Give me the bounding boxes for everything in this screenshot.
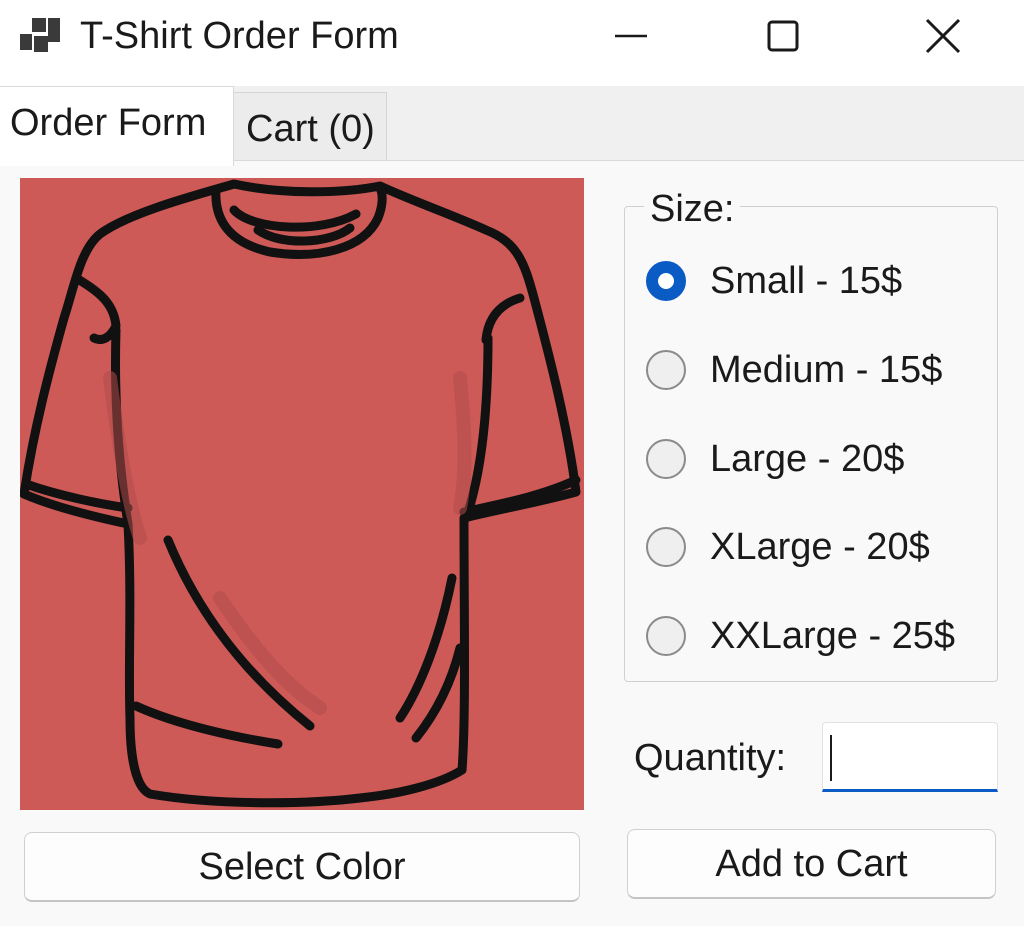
radio-button[interactable]: [646, 350, 686, 390]
minimize-icon: [615, 34, 647, 38]
size-option-medium[interactable]: Medium - 15$: [646, 345, 942, 395]
size-option-large[interactable]: Large - 20$: [646, 434, 904, 484]
text-caret: [830, 735, 832, 781]
quantity-input[interactable]: [822, 722, 998, 792]
size-option-label: XLarge - 20$: [710, 526, 930, 568]
size-option-small[interactable]: Small - 15$: [646, 256, 902, 306]
tshirt-image: [20, 179, 581, 808]
app-icon: [18, 16, 62, 56]
size-option-xxlarge[interactable]: XXLarge - 25$: [646, 611, 955, 661]
maximize-icon: [767, 20, 799, 52]
size-group-label: Size:: [644, 186, 741, 232]
close-icon: [925, 18, 961, 54]
radio-button[interactable]: [646, 527, 686, 567]
maximize-button[interactable]: [708, 0, 858, 72]
size-option-label: Large - 20$: [710, 438, 905, 480]
quantity-label: Quantity:: [634, 737, 787, 779]
tshirt-preview: [20, 178, 584, 810]
add-to-cart-button[interactable]: Add to Cart: [627, 829, 996, 899]
size-option-xlarge[interactable]: XLarge - 20$: [646, 522, 930, 572]
radio-button[interactable]: [646, 439, 686, 479]
minimize-button[interactable]: [556, 0, 706, 72]
select-color-button[interactable]: Select Color: [24, 832, 580, 902]
close-button[interactable]: [868, 0, 1018, 72]
radio-button[interactable]: [646, 616, 686, 656]
size-option-label: XXLarge - 25$: [710, 615, 956, 657]
window-title: T-Shirt Order Form: [80, 15, 399, 57]
title-bar: T-Shirt Order Form: [0, 0, 1024, 86]
radio-button-checked[interactable]: [646, 261, 686, 301]
tab-order-form[interactable]: Order Form: [0, 86, 234, 166]
size-option-label: Small - 15$: [710, 260, 903, 302]
tab-cart[interactable]: Cart (0): [233, 92, 387, 160]
size-option-label: Medium - 15$: [710, 349, 943, 391]
